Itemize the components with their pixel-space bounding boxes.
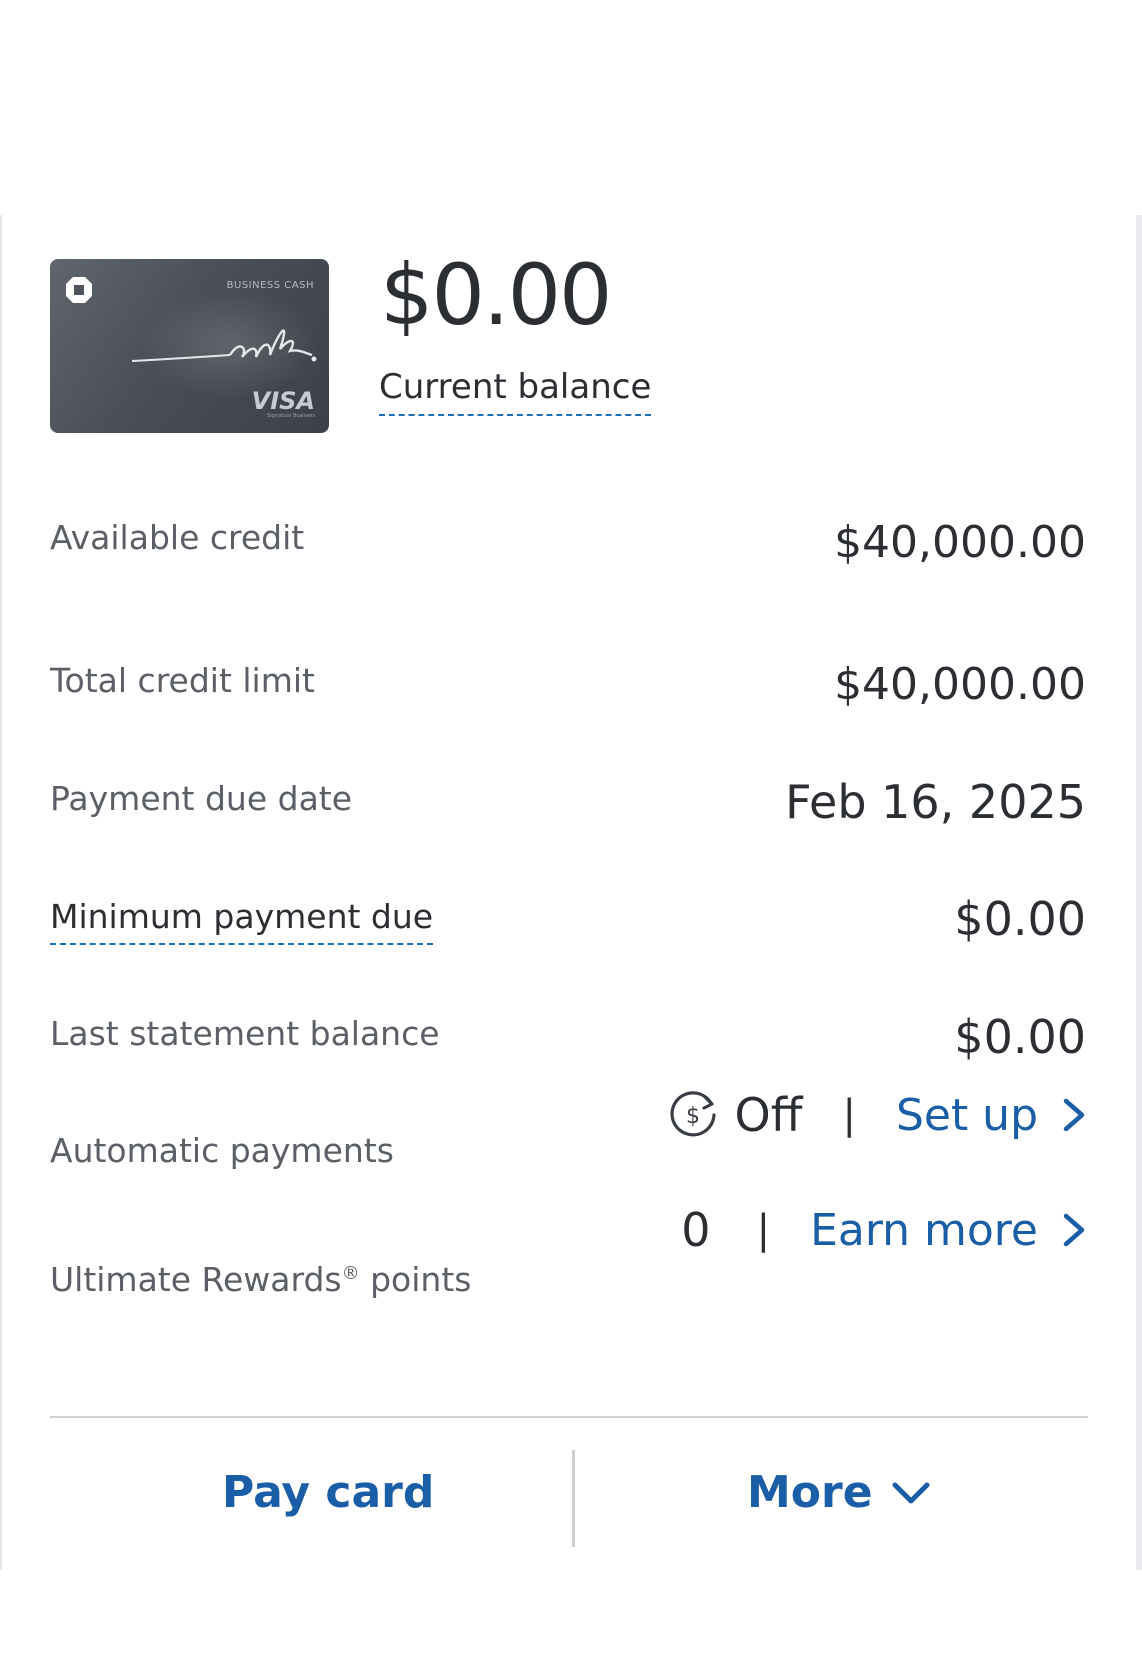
rewards-points-value: 0: [681, 1203, 711, 1257]
last-statement-balance-label: Last statement balance: [50, 1014, 440, 1053]
more-button[interactable]: More: [747, 1467, 931, 1518]
total-credit-limit-label: Total credit limit: [50, 661, 315, 700]
svg-text:$: $: [686, 1104, 700, 1129]
rewards-label-main: Ultimate Rewards: [50, 1260, 342, 1299]
total-credit-limit-value: $40,000.00: [834, 659, 1086, 710]
chevron-down-icon: [892, 1482, 930, 1503]
ink-script-logo: [131, 329, 317, 362]
current-balance-label[interactable]: Current balance: [379, 367, 652, 416]
ultimate-rewards-points-label: Ultimate Rewards® points: [50, 1260, 471, 1300]
separator: |: [756, 1207, 771, 1253]
card-sub-text: Signature Business: [267, 413, 315, 419]
available-credit-value: $40,000.00: [834, 517, 1086, 568]
autopay-dollar-refresh-icon: $: [670, 1091, 716, 1137]
pay-card-button[interactable]: Pay card: [222, 1467, 434, 1518]
automatic-payments-control: $ Off | Set up: [667, 1085, 1088, 1145]
automatic-payments-status: Off: [734, 1088, 803, 1142]
minimum-payment-due-label[interactable]: Minimum payment due: [50, 897, 434, 945]
rewards-control: 0 | Earn more: [681, 1200, 1088, 1260]
payment-due-date-value: Feb 16, 2025: [785, 775, 1086, 829]
chevron-right-icon: [1063, 1213, 1085, 1247]
minimum-payment-due-value: $0.00: [954, 892, 1086, 946]
credit-card-image: BUSINESS CASH VISA Signature Business: [50, 259, 329, 433]
card-network-logo: VISA: [251, 387, 315, 415]
current-balance-amount: $0.00: [380, 246, 612, 344]
earn-more-label: Earn more: [810, 1204, 1038, 1256]
actions-separator: [572, 1450, 575, 1547]
separator: |: [842, 1092, 856, 1138]
card-brand-text: BUSINESS CASH: [226, 280, 314, 291]
earn-more-link[interactable]: Earn more: [810, 1205, 1088, 1256]
page: BUSINESS CASH VISA Signature Business $0…: [0, 0, 1142, 1671]
payment-due-date-label: Payment due date: [50, 779, 353, 818]
automatic-payments-label: Automatic payments: [50, 1131, 394, 1170]
more-button-label: More: [747, 1467, 873, 1518]
rewards-label-suffix: points: [359, 1260, 472, 1299]
chase-octagon-icon: [66, 277, 92, 303]
actions-divider: [50, 1416, 1088, 1418]
last-statement-balance-value: $0.00: [954, 1010, 1086, 1064]
card-summary-panel: BUSINESS CASH VISA Signature Business $0…: [0, 215, 1142, 1570]
set-up-autopay-label: Set up: [895, 1089, 1038, 1141]
set-up-autopay-link[interactable]: Set up: [896, 1090, 1088, 1141]
chevron-right-icon: [1063, 1098, 1085, 1132]
registered-mark: ®: [341, 1263, 360, 1284]
available-credit-label: Available credit: [50, 518, 305, 557]
